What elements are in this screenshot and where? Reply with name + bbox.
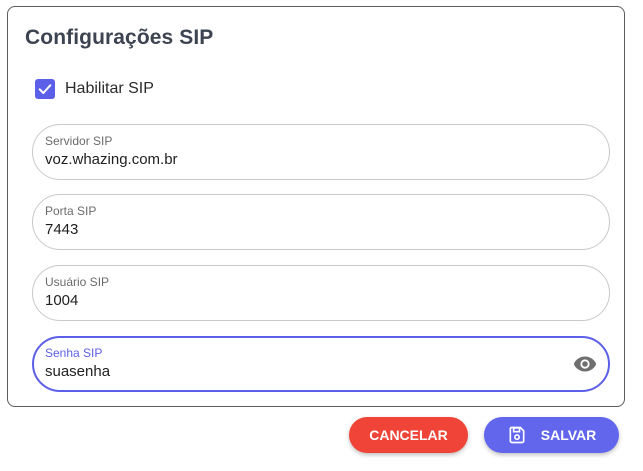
dialog-title: Configurações SIP	[25, 26, 214, 49]
sip-user-input[interactable]: 1004	[45, 292, 78, 309]
sip-user-label: Usuário SIP	[45, 275, 110, 289]
enable-sip-row[interactable]: Habilitar SIP	[35, 78, 154, 100]
sip-server-label: Servidor SIP	[45, 134, 113, 148]
save-button[interactable]: SALVAR	[484, 417, 619, 453]
sip-password-input[interactable]: suasenha	[45, 363, 110, 380]
sip-user-field[interactable]: Usuário SIP 1004	[32, 265, 610, 321]
sip-settings-card: Configurações SIP Habilitar SIP Servidor…	[7, 6, 625, 407]
sip-port-label: Porta SIP	[45, 204, 97, 218]
enable-sip-label: Habilitar SIP	[65, 80, 154, 97]
sip-port-field[interactable]: Porta SIP 7443	[32, 194, 610, 250]
save-button-label: SALVAR	[540, 427, 597, 443]
save-icon	[507, 425, 527, 445]
eye-icon[interactable]	[573, 354, 597, 374]
cancel-button-label: CANCELAR	[369, 427, 448, 443]
sip-password-field[interactable]: Senha SIP suasenha	[32, 336, 610, 392]
sip-server-input[interactable]: voz.whazing.com.br	[45, 151, 178, 168]
check-icon	[38, 84, 52, 94]
sip-server-field[interactable]: Servidor SIP voz.whazing.com.br	[32, 124, 610, 180]
enable-sip-checkbox[interactable]	[35, 79, 55, 99]
cancel-button[interactable]: CANCELAR	[349, 417, 468, 453]
sip-port-input[interactable]: 7443	[45, 221, 78, 238]
sip-password-label: Senha SIP	[45, 346, 103, 360]
